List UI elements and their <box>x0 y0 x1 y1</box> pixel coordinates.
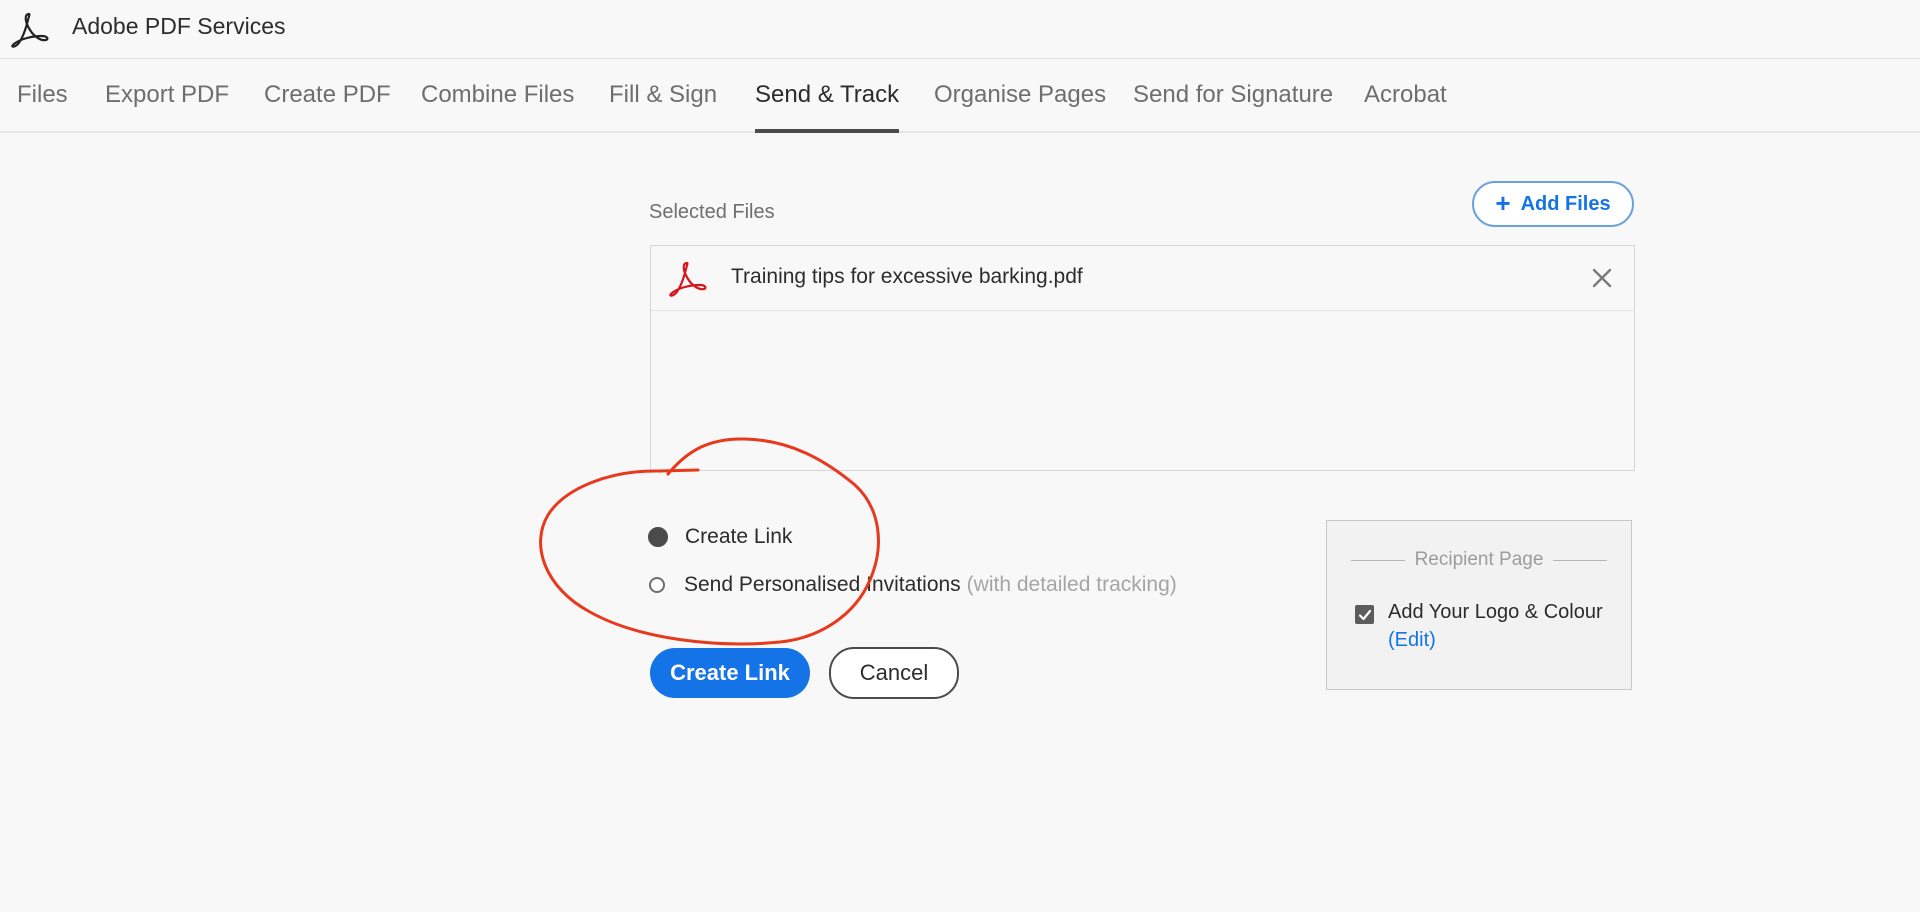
pdf-file-icon <box>669 261 707 297</box>
app-title: Adobe PDF Services <box>72 13 286 39</box>
checkmark-icon <box>1358 609 1371 620</box>
file-name: Training tips for excessive barking.pdf <box>731 265 1083 288</box>
cancel-button[interactable]: Cancel <box>829 647 959 699</box>
tab-fill-sign[interactable]: Fill & Sign <box>609 59 717 131</box>
add-files-button[interactable]: + Add Files <box>1472 181 1634 227</box>
plus-icon: + <box>1495 187 1511 218</box>
tab-files[interactable]: Files <box>17 59 68 131</box>
tab-send-track[interactable]: Send & Track <box>755 59 900 133</box>
tab-create-pdf[interactable]: Create PDF <box>264 59 391 131</box>
acrobat-logo-icon <box>11 12 49 48</box>
create-link-option[interactable]: Create Link <box>648 525 792 549</box>
selected-files-list: Training tips for excessive barking.pdf <box>650 245 1635 471</box>
tool-tabs: Files Export PDF Create PDF Combine File… <box>0 59 1920 133</box>
recipient-page-title: Recipient Page <box>1414 549 1544 570</box>
send-invitations-option-label: Send Personalised Invitations <box>684 573 961 596</box>
logo-colour-label: Add Your Logo & Colour <box>1388 601 1603 623</box>
send-invitations-radio[interactable] <box>649 577 665 593</box>
tab-export-pdf[interactable]: Export PDF <box>105 59 229 131</box>
edit-link[interactable]: (Edit) <box>1388 629 1436 652</box>
send-invitations-option[interactable]: Send Personalised Invitations (with deta… <box>648 573 1177 597</box>
recipient-page-panel: Recipient Page Add Your Logo & Colour (E… <box>1326 520 1632 690</box>
tab-organise-pages[interactable]: Organise Pages <box>934 59 1106 131</box>
close-icon[interactable] <box>1590 266 1614 290</box>
create-link-button[interactable]: Create Link <box>650 648 810 698</box>
tab-send-for-signature[interactable]: Send for Signature <box>1133 59 1333 131</box>
tab-combine-files[interactable]: Combine Files <box>421 59 574 131</box>
selected-files-label: Selected Files <box>649 201 775 223</box>
logo-colour-checkbox[interactable] <box>1355 605 1374 624</box>
file-row: Training tips for excessive barking.pdf <box>651 246 1634 311</box>
add-files-label: Add Files <box>1520 192 1611 215</box>
tab-acrobat[interactable]: Acrobat <box>1364 59 1447 131</box>
recipient-page-heading: Recipient Page <box>1351 549 1607 571</box>
top-bar: Adobe PDF Services <box>0 0 1920 59</box>
tracking-hint: (with detailed tracking) <box>966 573 1177 596</box>
create-link-radio[interactable] <box>648 527 668 547</box>
create-link-option-label: Create Link <box>685 525 793 548</box>
divider <box>1553 559 1607 561</box>
divider <box>1351 559 1405 561</box>
